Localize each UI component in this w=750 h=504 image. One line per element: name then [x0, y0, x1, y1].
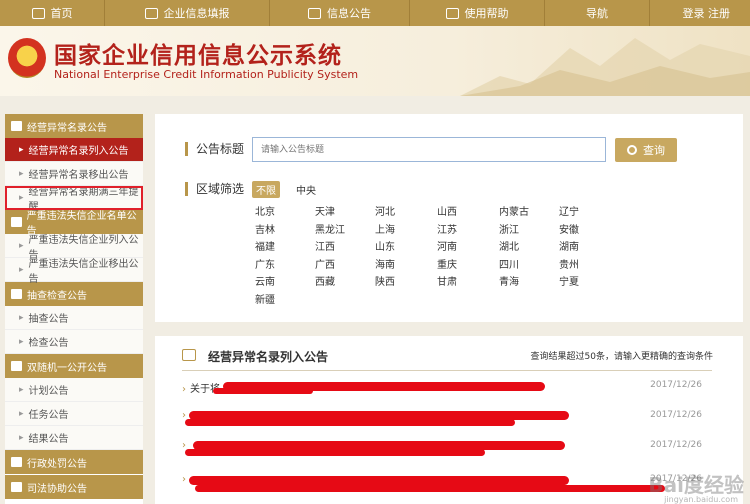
region-option[interactable]: 广东 [255, 256, 275, 271]
redaction-mark [213, 388, 313, 394]
region-option[interactable]: 云南 [255, 273, 275, 288]
checkbox-icon [11, 289, 22, 299]
region-chip-central[interactable]: 中央 [292, 181, 320, 198]
sidebar-section-penalty[interactable]: 行政处罚公告 [5, 450, 143, 474]
announcement-icon [182, 349, 196, 361]
gavel-icon [11, 457, 22, 467]
table-icon [11, 361, 22, 371]
region-option[interactable]: 甘肃 [437, 273, 457, 288]
register-link[interactable]: 注册 [708, 5, 730, 21]
site-header: ★ 国家企业信用信息公示系统 National Enterprise Credi… [0, 26, 750, 96]
region-option[interactable]: 江西 [315, 238, 335, 253]
site-subtitle: National Enterprise Credit Information P… [54, 68, 359, 81]
sidebar-section-random[interactable]: 双随机一公开公告 [5, 354, 143, 378]
region-option[interactable]: 江苏 [437, 221, 457, 236]
help-icon [445, 7, 459, 19]
sidebar-item-result[interactable]: ▸ 结果公告 [5, 426, 143, 450]
region-option[interactable]: 陕西 [375, 273, 395, 288]
nav-fill-info[interactable]: 企业信息填报 [105, 0, 270, 26]
national-emblem-icon: ★ [8, 38, 46, 78]
region-option[interactable]: 辽宁 [559, 203, 579, 218]
speaker-icon [11, 121, 22, 131]
sidebar-section-inspection[interactable]: 抽查检查公告 [5, 282, 143, 306]
region-option[interactable]: 湖南 [559, 238, 579, 253]
redaction-mark [189, 476, 569, 485]
region-option[interactable]: 浙江 [499, 221, 519, 236]
list-icon [11, 217, 22, 227]
region-option[interactable]: 青海 [499, 273, 519, 288]
search-button[interactable]: 查询 [615, 138, 677, 162]
watermark-url: jingyan.baidu.com [664, 495, 738, 504]
sidebar-item-spot-check[interactable]: ▸ 抽查公告 [5, 306, 143, 330]
title-filter-label: 公告标题 [185, 142, 244, 156]
region-option[interactable]: 贵州 [559, 256, 579, 271]
region-option[interactable]: 四川 [499, 256, 519, 271]
region-option[interactable]: 新疆 [255, 291, 275, 306]
edit-icon [144, 7, 158, 19]
region-option[interactable]: 山西 [437, 203, 457, 218]
watermark: Bai度经验 [648, 473, 744, 497]
region-option[interactable]: 北京 [255, 203, 275, 218]
sidebar-item-abnormal-in[interactable]: ▸ 经营异常名录列入公告 [5, 138, 143, 162]
document-icon [308, 7, 321, 19]
sidebar-item-task[interactable]: ▸ 任务公告 [5, 402, 143, 426]
region-option[interactable]: 重庆 [437, 256, 457, 271]
sidebar-item-inspection[interactable]: ▸ 检查公告 [5, 330, 143, 354]
home-icon [31, 7, 45, 19]
redaction-mark [185, 449, 485, 456]
region-option[interactable]: 福建 [255, 238, 275, 253]
sidebar-section-judicial[interactable]: 司法协助公告 [5, 475, 143, 499]
nav-help[interactable]: 使用帮助 [410, 0, 545, 26]
results-divider [182, 370, 712, 371]
nav-announcements[interactable]: 信息公告 [270, 0, 410, 26]
nav-login-register: 登录 注册 [683, 0, 750, 26]
region-option[interactable]: 西藏 [315, 273, 335, 288]
nav-guide[interactable]: 导航 [545, 0, 650, 26]
region-option[interactable]: 天津 [315, 203, 335, 218]
region-option[interactable]: 内蒙古 [499, 203, 529, 218]
search-input[interactable] [252, 137, 606, 162]
results-title: 经营异常名录列入公告 [208, 350, 329, 364]
results-note: 查询结果超过50条，请输入更精确的查询条件 [530, 352, 713, 362]
region-option[interactable]: 广西 [315, 256, 335, 271]
search-icon [627, 145, 637, 155]
region-filter-label: 区域筛选 [185, 182, 244, 196]
search-panel: 公告标题 查询 区域筛选 不限 中央 北京天津河北山西内蒙古辽宁吉林黑龙江上海江… [155, 114, 743, 322]
region-option[interactable]: 安徽 [559, 221, 579, 236]
sidebar-item-plan[interactable]: ▸ 计划公告 [5, 378, 143, 402]
region-option[interactable]: 湖北 [499, 238, 519, 253]
region-option[interactable]: 山东 [375, 238, 395, 253]
scales-icon [11, 482, 22, 492]
region-option[interactable]: 吉林 [255, 221, 275, 236]
top-nav: 首页 企业信息填报 信息公告 使用帮助 导航 登录 注册 [0, 0, 750, 26]
sidebar-item-serious-out[interactable]: ▸ 严重违法失信企业移出公告 [5, 258, 143, 285]
region-option[interactable]: 上海 [375, 221, 395, 236]
nav-home[interactable]: 首页 [0, 0, 105, 26]
redaction-mark [185, 419, 515, 426]
sidebar-section-abnormal[interactable]: 经营异常名录公告 [5, 114, 143, 138]
site-title: 国家企业信用信息公示系统 [54, 43, 342, 69]
region-chip-all[interactable]: 不限 [252, 181, 280, 198]
login-link[interactable]: 登录 [683, 5, 705, 21]
redaction-mark [195, 485, 665, 492]
region-option[interactable]: 河北 [375, 203, 395, 218]
region-option[interactable]: 黑龙江 [315, 221, 345, 236]
region-option[interactable]: 宁夏 [559, 273, 579, 288]
region-option[interactable]: 海南 [375, 256, 395, 271]
region-option[interactable]: 河南 [437, 238, 457, 253]
sidebar: 经营异常名录公告 ▸ 经营异常名录列入公告 ▸ 经营异常名录移出公告 ▸ 经营异常名录… [5, 114, 143, 504]
mountain-illustration [460, 38, 750, 96]
